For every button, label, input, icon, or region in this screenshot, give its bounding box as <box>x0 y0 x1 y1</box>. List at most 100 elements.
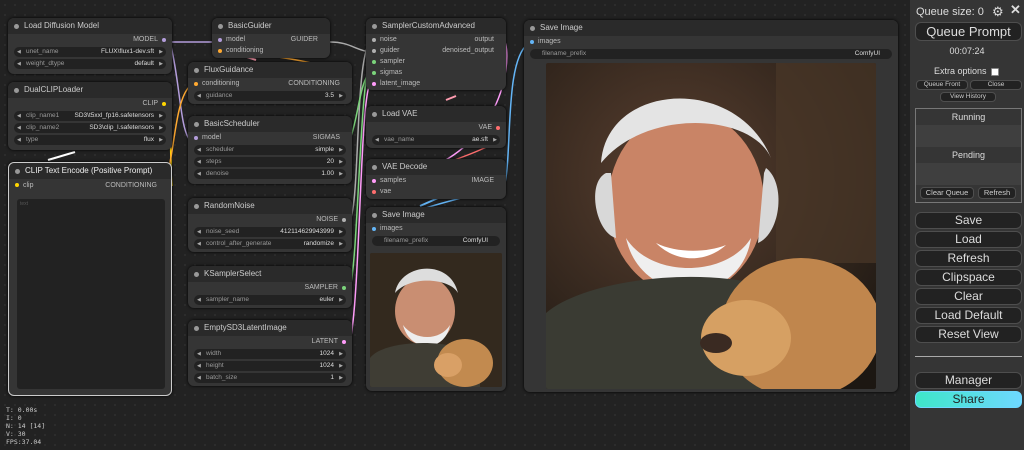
input-samples[interactable]: samples IMAGE <box>366 175 506 186</box>
widget-value: 1024 <box>319 362 334 369</box>
output-model[interactable]: MODEL <box>8 34 172 45</box>
widget-label: guidance <box>206 92 233 99</box>
queue-prompt-button[interactable]: Queue Prompt <box>915 22 1022 41</box>
widget-value: simple <box>315 146 334 153</box>
input-vae[interactable]: vae <box>366 186 506 197</box>
widget-value: randomize <box>303 240 334 247</box>
widget-filename-prefix[interactable]: filename_prefix ComfyUI <box>372 236 500 246</box>
input-model[interactable]: model GUIDER <box>212 34 330 45</box>
output-denoised-output[interactable]: denoised_output <box>442 45 494 56</box>
pending-label: Pending <box>951 150 986 160</box>
input-sampler[interactable]: sampler <box>366 56 506 67</box>
output-image[interactable]: IMAGE <box>471 175 494 186</box>
input-guider[interactable]: guider denoised_output <box>366 45 506 56</box>
output-output[interactable]: output <box>475 34 494 45</box>
output-guider[interactable]: GUIDER <box>291 34 318 45</box>
node-empty-sd3-latent-image[interactable]: EmptySD3LatentImage LATENT width 1024 hei… <box>188 320 352 386</box>
node-random-noise[interactable]: RandomNoise NOISE noise_seed 412114629943… <box>188 198 352 252</box>
widget-value: FLUX\flux1-dev.sft <box>101 48 154 55</box>
extra-options-checkbox[interactable] <box>991 67 1000 76</box>
widget-scheduler[interactable]: scheduler simple <box>194 145 346 155</box>
stat-time: T: 0.00s <box>6 406 38 414</box>
widget-type[interactable]: type flux <box>14 135 166 145</box>
input-noise[interactable]: noise output <box>366 34 506 45</box>
clear-queue-button[interactable]: Clear Queue <box>920 187 974 199</box>
manager-button[interactable]: Manager <box>915 372 1022 389</box>
queue-front-button[interactable]: Queue Front <box>916 80 968 90</box>
input-conditioning[interactable]: conditioning <box>212 45 330 56</box>
node-sampler-custom-advanced[interactable]: SamplerCustomAdvanced noise output guider… <box>366 18 506 90</box>
output-noise[interactable]: NOISE <box>188 214 352 225</box>
widget-clip-name1[interactable]: clip_name1 SD3\t5xxl_fp16.safetensors <box>14 111 166 121</box>
extra-options-row[interactable]: Extra options <box>934 66 1000 76</box>
load-default-button[interactable]: Load Default <box>915 307 1022 324</box>
output-latent[interactable]: LATENT <box>188 336 352 347</box>
node-ksampler-select[interactable]: KSamplerSelect SAMPLER sampler_name euler <box>188 266 352 308</box>
widget-unet-name[interactable]: unet_name FLUX\flux1-dev.sft <box>14 47 166 57</box>
portrait-image <box>546 63 876 389</box>
output-sigmas[interactable]: SIGMAS <box>313 132 340 143</box>
node-save-image-preview[interactable]: Save Image images filename_prefix ComfyUI <box>366 207 506 391</box>
node-load-diffusion-model[interactable]: Load Diffusion Model MODEL unet_name FLUX… <box>8 18 172 74</box>
node-save-image-main[interactable]: Save Image images filename_prefix ComfyUI <box>524 20 898 392</box>
node-basic-guider[interactable]: BasicGuider model GUIDER conditioning <box>212 18 330 58</box>
input-sigmas[interactable]: sigmas <box>366 67 506 78</box>
refresh-queue-button[interactable]: Refresh <box>978 187 1016 199</box>
widget-steps[interactable]: steps 20 <box>194 157 346 167</box>
widget-denoise[interactable]: denoise 1.00 <box>194 169 346 179</box>
close-icon[interactable]: ✕ <box>1010 2 1021 18</box>
input-latent-image[interactable]: latent_image <box>366 78 506 89</box>
load-button[interactable]: Load <box>915 231 1022 248</box>
widget-clip-name2[interactable]: clip_name2 SD3\clip_l.safetensors <box>14 123 166 133</box>
pending-list <box>916 163 1021 185</box>
widget-batch-size[interactable]: batch_size 1 <box>194 373 346 383</box>
share-button[interactable]: Share <box>915 391 1022 408</box>
node-vae-decode[interactable]: VAE Decode samples IMAGE vae <box>366 159 506 199</box>
stat-fps: FPS:37.04 <box>6 438 42 446</box>
widget-filename-prefix[interactable]: filename_prefix ComfyUI <box>530 49 892 59</box>
input-conditioning[interactable]: conditioning CONDITIONING <box>188 78 352 89</box>
widget-value: 1.00 <box>321 170 334 177</box>
graph-canvas[interactable]: Load Diffusion Model MODEL unet_name FLUX… <box>0 0 910 450</box>
input-images[interactable]: images <box>366 223 506 234</box>
gear-icon[interactable]: ⚙ <box>992 4 1004 20</box>
widget-sampler-name[interactable]: sampler_name euler <box>194 295 346 305</box>
widget-guidance[interactable]: guidance 3.5 <box>194 91 346 101</box>
output-image-preview[interactable] <box>370 253 502 387</box>
widget-control-after-generate[interactable]: control_after_generate randomize <box>194 239 346 249</box>
widget-vae-name[interactable]: vae_name ae.sft <box>372 135 500 145</box>
widget-label: batch_size <box>206 374 238 381</box>
widget-width[interactable]: width 1024 <box>194 349 346 359</box>
node-load-vae[interactable]: Load VAE VAE vae_name ae.sft <box>366 106 506 148</box>
widget-height[interactable]: height 1024 <box>194 361 346 371</box>
output-sampler[interactable]: SAMPLER <box>188 282 352 293</box>
output-image-main[interactable] <box>546 63 876 389</box>
output-vae[interactable]: VAE <box>366 122 506 133</box>
save-button[interactable]: Save <box>915 212 1022 229</box>
widget-value: default <box>134 60 154 67</box>
reset-view-button[interactable]: Reset View <box>915 326 1022 343</box>
widget-weight-dtype[interactable]: weight_dtype default <box>14 59 166 69</box>
output-conditioning[interactable]: CONDITIONING <box>288 78 340 89</box>
input-label: model <box>226 36 246 43</box>
node-title: SamplerCustomAdvanced <box>366 18 506 34</box>
close-button[interactable]: Close <box>970 80 1022 90</box>
input-model[interactable]: model SIGMAS <box>188 132 352 143</box>
widget-noise-seed[interactable]: noise_seed 412114629943999 <box>194 227 346 237</box>
output-conditioning[interactable]: CONDITIONING <box>105 179 157 193</box>
node-title: Load VAE <box>366 106 506 122</box>
input-clip[interactable]: clip CONDITIONING <box>9 179 171 193</box>
clipspace-button[interactable]: Clipspace <box>915 269 1022 286</box>
node-title: EmptySD3LatentImage <box>188 320 352 336</box>
clear-button[interactable]: Clear <box>915 288 1022 305</box>
node-flux-guidance[interactable]: FluxGuidance conditioning CONDITIONING gu… <box>188 62 352 104</box>
node-basic-scheduler[interactable]: BasicScheduler model SIGMAS scheduler simp… <box>188 116 352 184</box>
input-images[interactable]: images <box>524 36 898 47</box>
node-clip-text-encode[interactable]: CLIP Text Encode (Positive Prompt) clip C… <box>8 162 172 396</box>
refresh-button[interactable]: Refresh <box>915 250 1022 267</box>
view-history-button[interactable]: View History <box>940 92 996 102</box>
output-clip[interactable]: CLIP <box>8 98 172 109</box>
node-dual-clip-loader[interactable]: DualCLIPLoader CLIP clip_name1 SD3\t5xxl_… <box>8 82 172 150</box>
prompt-textarea[interactable]: text <box>17 199 165 389</box>
widget-label: type <box>26 136 39 143</box>
